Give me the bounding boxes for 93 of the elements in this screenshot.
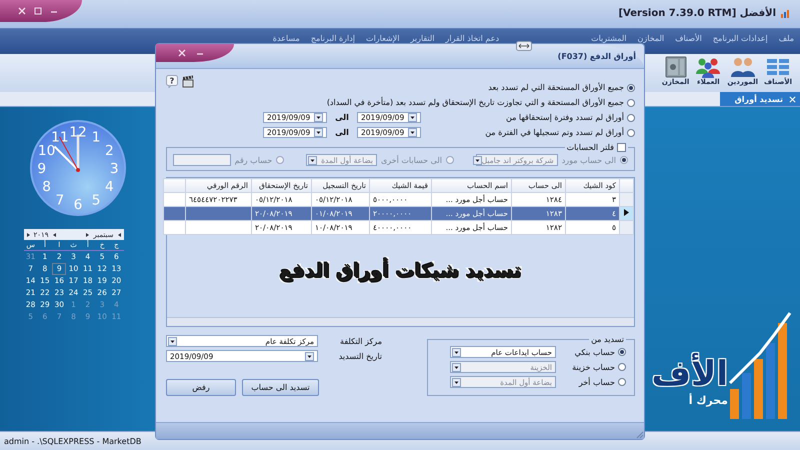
- caption-text: تسديد شيكات أوراق الدفع: [280, 260, 522, 282]
- radio-label: حساب خزينة: [571, 362, 615, 372]
- radio-button[interactable]: [276, 156, 284, 164]
- dropdown-icon[interactable]: [308, 156, 317, 164]
- menu-item[interactable]: إدارة البرنامج: [310, 34, 356, 43]
- radio-label: جميع الأوراق المستحقة و التي تجاوزت تاريخ الإستحقاق ولم تسدد بعد (متأخرة في السداد): [326, 98, 624, 107]
- menu-item[interactable]: التقارير: [410, 34, 434, 43]
- next-year-icon[interactable]: [26, 232, 30, 236]
- row-pointer-icon: [624, 209, 629, 216]
- radio-button[interactable]: [627, 98, 635, 106]
- clapperboard-icon[interactable]: [182, 75, 194, 88]
- menu-item[interactable]: إعدادات البرنامج: [712, 34, 768, 43]
- grid-icon: [765, 56, 791, 78]
- horizontal-scrollbar[interactable]: [167, 317, 634, 326]
- radio-label: حساب أخر: [578, 378, 615, 386]
- table-cell: [164, 206, 186, 220]
- dropdown-icon[interactable]: [472, 156, 482, 164]
- menu-item[interactable]: الأصناف: [675, 34, 702, 43]
- field-label: مركز التكلفة: [339, 336, 382, 346]
- tab[interactable]: تسديد أوراق: [720, 92, 800, 106]
- app-logo-icon: [780, 8, 792, 18]
- radio-button[interactable]: [618, 363, 626, 371]
- dropdown-icon[interactable]: [452, 348, 461, 356]
- maximize-icon[interactable]: [34, 7, 42, 15]
- move-handle-icon[interactable]: [516, 41, 532, 51]
- checkbox-label: فلتر الحسابات: [566, 143, 614, 152]
- menu-item[interactable]: المخازن: [638, 34, 664, 43]
- app-title: [Version 7.39.0 RTM] الأفضل: [618, 8, 776, 19]
- dropdown-icon[interactable]: [314, 128, 323, 137]
- radio-button[interactable]: [627, 84, 635, 92]
- field-label: الى: [334, 128, 350, 137]
- clock-numeral: 4: [104, 179, 114, 196]
- clock-numeral: 1: [91, 130, 100, 146]
- resize-grip-icon[interactable]: [634, 429, 644, 439]
- next-month-icon[interactable]: [86, 232, 90, 236]
- group-label: تسديد من: [591, 335, 624, 344]
- radio-button[interactable]: [627, 128, 635, 136]
- row-header[interactable]: [620, 206, 634, 220]
- close-icon[interactable]: [178, 49, 186, 57]
- menu-item[interactable]: الإشعارات: [366, 34, 400, 43]
- status-text: admin - .\SQLEXPRESS - MarketDB: [4, 436, 142, 446]
- table-cell: [186, 206, 252, 220]
- previous-year-icon[interactable]: [52, 232, 56, 236]
- dropdown-icon[interactable]: [452, 362, 461, 372]
- input-field[interactable]: [172, 154, 231, 166]
- previous-month-icon[interactable]: [118, 232, 120, 236]
- dropdown-icon[interactable]: [314, 113, 323, 122]
- radio-label: الى حساب مورد: [562, 156, 616, 164]
- table-cell: [164, 192, 186, 206]
- radio-label: الى حسابات أخرى: [381, 156, 442, 164]
- radio-label: أوراق لم تسدد وفترة إستحقاقها من: [505, 113, 624, 122]
- button[interactable]: تسديد الى حساب: [242, 379, 319, 396]
- header-corner: [620, 178, 634, 192]
- menu-item[interactable]: دعم اتخاذ القرار: [446, 34, 500, 43]
- clock-numeral: 5: [91, 192, 100, 208]
- dropdown-icon[interactable]: [305, 352, 314, 360]
- clock-numeral: 2: [104, 142, 114, 159]
- button[interactable]: رفض: [166, 379, 236, 396]
- checkbox[interactable]: [617, 143, 626, 152]
- clock-numeral: 3: [109, 160, 118, 177]
- logo-text: الأف: [652, 354, 728, 394]
- radio-label: جميع الأوراق المستحقة التي لم تسدد بعد: [488, 83, 624, 92]
- clock-numeral: 6: [73, 197, 82, 214]
- people-icon: [730, 56, 756, 78]
- field-label: الى: [334, 113, 350, 122]
- dropdown-icon[interactable]: [452, 378, 461, 386]
- radio-label: حساب رقم: [234, 156, 272, 164]
- table-cell: [186, 220, 252, 234]
- field-label: تاريخ التسديد: [338, 352, 382, 360]
- dropdown-icon[interactable]: [408, 128, 417, 137]
- logo-tagline: محرك أ: [688, 394, 728, 407]
- clock-numeral: 7: [55, 192, 64, 208]
- close-icon[interactable]: [18, 7, 26, 15]
- clock-numeral: 9: [36, 160, 46, 177]
- radio-button[interactable]: [627, 114, 635, 122]
- menu-item[interactable]: المشتريات: [591, 34, 627, 43]
- menu-item[interactable]: مساعدة: [272, 34, 300, 43]
- clock-numeral: 8: [42, 179, 50, 196]
- dropdown-icon[interactable]: [168, 336, 177, 346]
- menu-item[interactable]: ملف: [778, 34, 794, 43]
- help-icon[interactable]: ?: [166, 75, 178, 88]
- clock-numeral: 12: [68, 124, 86, 141]
- people-group-icon: [695, 56, 722, 78]
- radio-button[interactable]: [620, 156, 628, 164]
- radio-button[interactable]: [618, 348, 626, 356]
- dropdown-icon[interactable]: [408, 113, 417, 122]
- dialog-title: أوراق الدفع (F037): [558, 52, 636, 61]
- radio-button[interactable]: [618, 378, 626, 386]
- radio-label: حساب بنكي: [574, 348, 615, 356]
- table-cell: [164, 220, 186, 234]
- radio-button[interactable]: [446, 156, 454, 164]
- radio-label: أوراق لم تسدد وتم تسجيلها في الفترة من: [484, 128, 624, 137]
- safe-icon: [662, 56, 689, 78]
